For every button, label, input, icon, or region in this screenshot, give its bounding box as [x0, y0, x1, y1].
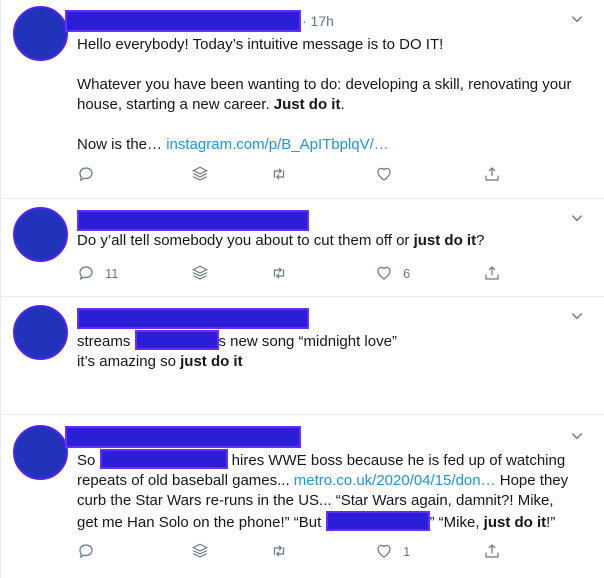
tweet-line: streams s new song “midnight love” [77, 330, 592, 352]
text-segment: ” “Mike, [429, 514, 484, 531]
tweet-actions: 11 6 [77, 263, 517, 283]
reply-icon [79, 266, 93, 281]
heart-icon [377, 544, 391, 558]
tweet-paragraph: Now is the… instagram.com/p/B_ApITbplqV/… [77, 135, 592, 155]
share-icon [485, 266, 499, 280]
text-segment: Do y’all tell somebody you about to cut … [77, 232, 414, 249]
avatar[interactable] [13, 305, 68, 360]
stack-icon [191, 166, 209, 181]
redacted-username[interactable] [77, 308, 309, 329]
tweet-line: Do y’all tell somebody you about to cut … [77, 231, 592, 251]
share-button[interactable] [483, 164, 501, 184]
tweet-text: Hello everybody! Today’s intuitive messa… [77, 35, 592, 155]
chevron-down-icon[interactable] [570, 211, 584, 225]
heart-icon [377, 266, 391, 280]
text-segment: !” [546, 514, 556, 531]
stack-icon [191, 265, 209, 280]
retweet-button[interactable] [270, 541, 288, 561]
stack-button[interactable] [191, 541, 209, 561]
share-icon [485, 167, 499, 181]
chevron-down-icon[interactable] [570, 429, 584, 443]
retweet-button[interactable] [270, 164, 288, 184]
reply-count: 11 [105, 265, 119, 281]
share-button[interactable] [483, 263, 501, 283]
bold-text: just do it [483, 514, 547, 531]
bold-text: Just do it [273, 96, 341, 113]
tweet-line: Hello everybody! Today’s intuitive messa… [77, 36, 444, 53]
text-segment: hires WWE boss because he is fed up of w… [227, 452, 566, 469]
like-count: 1 [403, 543, 411, 559]
timestamp[interactable]: · 17h [302, 13, 334, 29]
tweet-text: streams s new song “midnight love” it’s … [77, 330, 592, 372]
reply-icon [79, 167, 93, 182]
stack-button[interactable] [191, 263, 209, 283]
tweet-line: So hires WWE boss because he is fed up o… [77, 449, 592, 471]
redacted-mention[interactable] [134, 330, 219, 350]
tweet-2[interactable]: Do y’all tell somebody you about to cut … [1, 199, 604, 297]
text-segment: get me Han Solo on the phone!” “But [77, 514, 326, 531]
redacted-username[interactable] [65, 10, 301, 32]
reply-button[interactable]: 11 [77, 263, 119, 283]
redacted-username[interactable] [65, 426, 301, 448]
text-segment: it’s amazing so [77, 353, 181, 370]
retweet-icon [273, 168, 285, 180]
tweet-link[interactable]: metro.co.uk/2020/04/15/don… [294, 472, 496, 489]
avatar[interactable] [13, 425, 68, 480]
tweet-text: Do y’all tell somebody you about to cut … [77, 231, 592, 251]
reply-button[interactable] [77, 164, 105, 184]
bold-text: just do it [413, 232, 477, 249]
text-segment: Hope they [495, 472, 569, 489]
reply-button[interactable] [77, 541, 105, 561]
like-button[interactable] [375, 164, 403, 184]
text-segment: repeats of old baseball games... [77, 472, 294, 489]
like-button[interactable]: 1 [375, 541, 410, 561]
stack-button[interactable] [191, 164, 209, 184]
tweet-3[interactable]: streams s new song “midnight love” it’s … [1, 297, 604, 415]
tweet-actions: 1 [77, 541, 517, 561]
stack-icon [191, 543, 209, 558]
redacted-username[interactable] [77, 210, 309, 231]
text-segment: ? [476, 232, 485, 249]
tweet-actions [77, 164, 517, 184]
chevron-down-icon[interactable] [570, 12, 584, 26]
redacted-mention[interactable] [99, 449, 228, 469]
text-segment: streams [77, 333, 135, 350]
text-segment: So [77, 452, 100, 469]
reply-icon [79, 544, 93, 559]
tweet-line: get me Han Solo on the phone!” “But ” “M… [77, 511, 592, 533]
tweet-line: it’s amazing so just do it [77, 352, 592, 372]
like-count: 6 [403, 265, 411, 281]
tweet-feed: · 17h Hello everybody! Today’s intuitive… [0, 0, 604, 578]
tweet-line: repeats of old baseball games... metro.c… [77, 471, 592, 491]
tweet-paragraph: Whatever you have been wanting to do: de… [77, 75, 592, 115]
bold-text: just do it [180, 353, 243, 370]
avatar[interactable] [13, 207, 68, 262]
retweet-icon [273, 545, 285, 557]
share-button[interactable] [483, 541, 501, 561]
text-segment: s new song “midnight love” [218, 333, 397, 350]
share-icon [485, 544, 499, 558]
avatar[interactable] [13, 6, 68, 61]
tweet-text: So hires WWE boss because he is fed up o… [77, 449, 592, 533]
tweet-line: curb the Star Wars re-runs in the US... … [77, 492, 554, 509]
redacted-mention[interactable] [325, 511, 430, 531]
tweet-1[interactable]: · 17h Hello everybody! Today’s intuitive… [1, 0, 604, 199]
text-segment: Now is the… [77, 136, 167, 153]
chevron-down-icon[interactable] [570, 309, 584, 323]
tweet-4[interactable]: So hires WWE boss because he is fed up o… [1, 415, 604, 578]
tweet-link[interactable]: instagram.com/p/B_ApITbplqV/… [166, 136, 389, 153]
heart-icon [377, 167, 391, 181]
text-segment: . [340, 96, 345, 113]
retweet-icon [273, 267, 285, 279]
like-button[interactable]: 6 [375, 263, 410, 283]
retweet-button[interactable] [270, 263, 288, 283]
